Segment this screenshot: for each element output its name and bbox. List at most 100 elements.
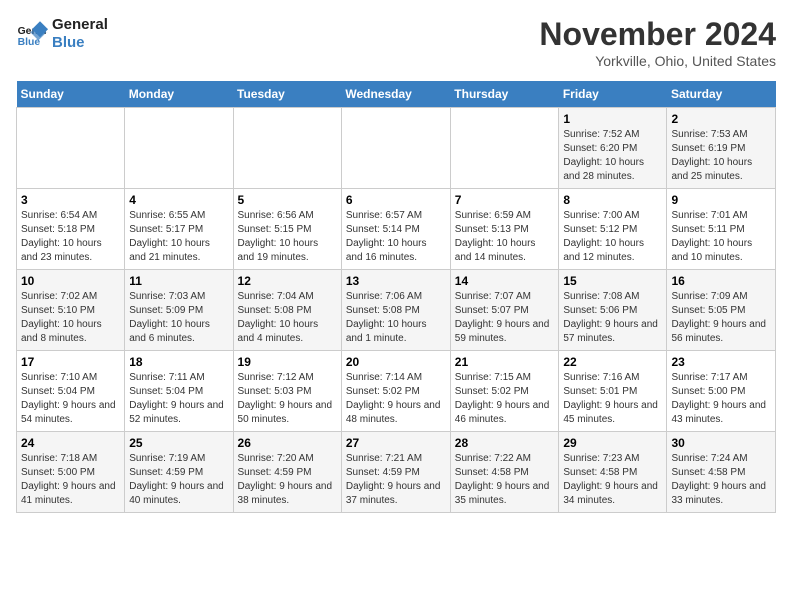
day-of-week-header: Tuesday: [233, 81, 341, 108]
calendar-cell: [17, 108, 125, 189]
day-number: 13: [346, 274, 446, 288]
day-info: Sunrise: 6:59 AM Sunset: 5:13 PM Dayligh…: [455, 209, 555, 265]
calendar-cell: 28 Sunrise: 7:22 AM Sunset: 4:58 PM Dayli…: [450, 432, 559, 513]
logo-text-line1: General: [52, 16, 108, 34]
day-info: Sunrise: 6:56 AM Sunset: 5:15 PM Dayligh…: [238, 209, 337, 265]
day-info: Sunrise: 7:03 AM Sunset: 5:09 PM Dayligh…: [129, 290, 228, 346]
calendar-cell: 17 Sunrise: 7:10 AM Sunset: 5:04 PM Dayli…: [17, 351, 125, 432]
day-info: Sunrise: 7:04 AM Sunset: 5:08 PM Dayligh…: [238, 290, 337, 346]
day-number: 21: [455, 355, 555, 369]
day-info: Sunrise: 7:09 AM Sunset: 5:05 PM Dayligh…: [671, 290, 771, 346]
calendar-cell: 12 Sunrise: 7:04 AM Sunset: 5:08 PM Dayli…: [233, 270, 341, 351]
day-info: Sunrise: 7:07 AM Sunset: 5:07 PM Dayligh…: [455, 290, 555, 346]
calendar-cell: 14 Sunrise: 7:07 AM Sunset: 5:07 PM Dayli…: [450, 270, 559, 351]
calendar-cell: 27 Sunrise: 7:21 AM Sunset: 4:59 PM Dayli…: [341, 432, 450, 513]
day-info: Sunrise: 7:08 AM Sunset: 5:06 PM Dayligh…: [563, 290, 662, 346]
calendar-cell: [341, 108, 450, 189]
day-number: 29: [563, 436, 662, 450]
month-title: November 2024: [539, 16, 776, 53]
day-info: Sunrise: 7:02 AM Sunset: 5:10 PM Dayligh…: [21, 290, 120, 346]
calendar-cell: 7 Sunrise: 6:59 AM Sunset: 5:13 PM Daylig…: [450, 189, 559, 270]
day-number: 9: [671, 193, 771, 207]
calendar-cell: 3Sunrise: 6:54 AM Sunset: 5:18 PM Daylig…: [17, 189, 125, 270]
day-number: 30: [671, 436, 771, 450]
day-info: Sunrise: 6:55 AM Sunset: 5:17 PM Dayligh…: [129, 209, 228, 265]
day-info: Sunrise: 7:10 AM Sunset: 5:04 PM Dayligh…: [21, 371, 120, 427]
calendar-cell: 2Sunrise: 7:53 AM Sunset: 6:19 PM Daylig…: [667, 108, 776, 189]
day-info: Sunrise: 7:12 AM Sunset: 5:03 PM Dayligh…: [238, 371, 337, 427]
calendar-cell: 16 Sunrise: 7:09 AM Sunset: 5:05 PM Dayli…: [667, 270, 776, 351]
location-subtitle: Yorkville, Ohio, United States: [539, 53, 776, 69]
calendar-cell: 5 Sunrise: 6:56 AM Sunset: 5:15 PM Daylig…: [233, 189, 341, 270]
logo-icon: General Blue: [16, 18, 48, 50]
day-info: Sunrise: 7:14 AM Sunset: 5:02 PM Dayligh…: [346, 371, 446, 427]
calendar-cell: 29 Sunrise: 7:23 AM Sunset: 4:58 PM Dayli…: [559, 432, 667, 513]
day-info: Sunrise: 7:21 AM Sunset: 4:59 PM Dayligh…: [346, 452, 446, 508]
day-number: 8: [563, 193, 662, 207]
day-of-week-header: Monday: [125, 81, 233, 108]
logo-text-line2: Blue: [52, 34, 108, 52]
day-info: Sunrise: 7:16 AM Sunset: 5:01 PM Dayligh…: [563, 371, 662, 427]
calendar-cell: 4 Sunrise: 6:55 AM Sunset: 5:17 PM Daylig…: [125, 189, 233, 270]
day-info: Sunrise: 6:57 AM Sunset: 5:14 PM Dayligh…: [346, 209, 446, 265]
calendar-cell: 24 Sunrise: 7:18 AM Sunset: 5:00 PM Dayli…: [17, 432, 125, 513]
calendar-cell: 19 Sunrise: 7:12 AM Sunset: 5:03 PM Dayli…: [233, 351, 341, 432]
calendar-cell: 8 Sunrise: 7:00 AM Sunset: 5:12 PM Daylig…: [559, 189, 667, 270]
day-info: Sunrise: 7:52 AM Sunset: 6:20 PM Dayligh…: [563, 128, 662, 184]
calendar-cell: [233, 108, 341, 189]
day-info: Sunrise: 7:22 AM Sunset: 4:58 PM Dayligh…: [455, 452, 555, 508]
day-number: 19: [238, 355, 337, 369]
day-number: 14: [455, 274, 555, 288]
calendar-cell: 30 Sunrise: 7:24 AM Sunset: 4:58 PM Dayli…: [667, 432, 776, 513]
title-block: November 2024 Yorkville, Ohio, United St…: [539, 16, 776, 69]
calendar-cell: 11 Sunrise: 7:03 AM Sunset: 5:09 PM Dayli…: [125, 270, 233, 351]
day-number: 23: [671, 355, 771, 369]
day-info: Sunrise: 7:11 AM Sunset: 5:04 PM Dayligh…: [129, 371, 228, 427]
day-info: Sunrise: 7:01 AM Sunset: 5:11 PM Dayligh…: [671, 209, 771, 265]
calendar-cell: [450, 108, 559, 189]
day-info: Sunrise: 7:24 AM Sunset: 4:58 PM Dayligh…: [671, 452, 771, 508]
calendar-cell: 20Sunrise: 7:14 AM Sunset: 5:02 PM Dayli…: [341, 351, 450, 432]
day-info: Sunrise: 7:15 AM Sunset: 5:02 PM Dayligh…: [455, 371, 555, 427]
day-number: 11: [129, 274, 228, 288]
day-number: 26: [238, 436, 337, 450]
day-number: 22: [563, 355, 662, 369]
calendar-cell: 9 Sunrise: 7:01 AM Sunset: 5:11 PM Daylig…: [667, 189, 776, 270]
day-info: Sunrise: 7:06 AM Sunset: 5:08 PM Dayligh…: [346, 290, 446, 346]
day-number: 28: [455, 436, 555, 450]
day-info: Sunrise: 7:20 AM Sunset: 4:59 PM Dayligh…: [238, 452, 337, 508]
calendar-cell: 23Sunrise: 7:17 AM Sunset: 5:00 PM Dayli…: [667, 351, 776, 432]
day-of-week-header: Wednesday: [341, 81, 450, 108]
day-number: 18: [129, 355, 228, 369]
day-number: 15: [563, 274, 662, 288]
day-number: 5: [238, 193, 337, 207]
day-info: Sunrise: 7:18 AM Sunset: 5:00 PM Dayligh…: [21, 452, 120, 508]
day-number: 16: [671, 274, 771, 288]
logo: General Blue General Blue: [16, 16, 108, 52]
day-info: Sunrise: 7:00 AM Sunset: 5:12 PM Dayligh…: [563, 209, 662, 265]
day-number: 3: [21, 193, 120, 207]
day-number: 17: [21, 355, 120, 369]
day-number: 7: [455, 193, 555, 207]
calendar-cell: 6 Sunrise: 6:57 AM Sunset: 5:14 PM Daylig…: [341, 189, 450, 270]
calendar-cell: 15 Sunrise: 7:08 AM Sunset: 5:06 PM Dayli…: [559, 270, 667, 351]
day-number: 27: [346, 436, 446, 450]
day-number: 24: [21, 436, 120, 450]
calendar-cell: 21 Sunrise: 7:15 AM Sunset: 5:02 PM Dayli…: [450, 351, 559, 432]
calendar-header: SundayMondayTuesdayWednesdayThursdayFrid…: [17, 81, 776, 108]
calendar-cell: 22 Sunrise: 7:16 AM Sunset: 5:01 PM Dayli…: [559, 351, 667, 432]
day-of-week-header: Saturday: [667, 81, 776, 108]
day-of-week-header: Thursday: [450, 81, 559, 108]
day-info: Sunrise: 7:19 AM Sunset: 4:59 PM Dayligh…: [129, 452, 228, 508]
day-number: 4: [129, 193, 228, 207]
day-number: 10: [21, 274, 120, 288]
calendar-cell: 10 Sunrise: 7:02 AM Sunset: 5:10 PM Dayli…: [17, 270, 125, 351]
day-info: Sunrise: 7:23 AM Sunset: 4:58 PM Dayligh…: [563, 452, 662, 508]
day-of-week-header: Friday: [559, 81, 667, 108]
day-number: 25: [129, 436, 228, 450]
calendar-cell: [125, 108, 233, 189]
day-number: 12: [238, 274, 337, 288]
page-header: General Blue General Blue November 2024 …: [16, 16, 776, 69]
day-info: Sunrise: 7:53 AM Sunset: 6:19 PM Dayligh…: [671, 128, 771, 184]
day-number: 6: [346, 193, 446, 207]
